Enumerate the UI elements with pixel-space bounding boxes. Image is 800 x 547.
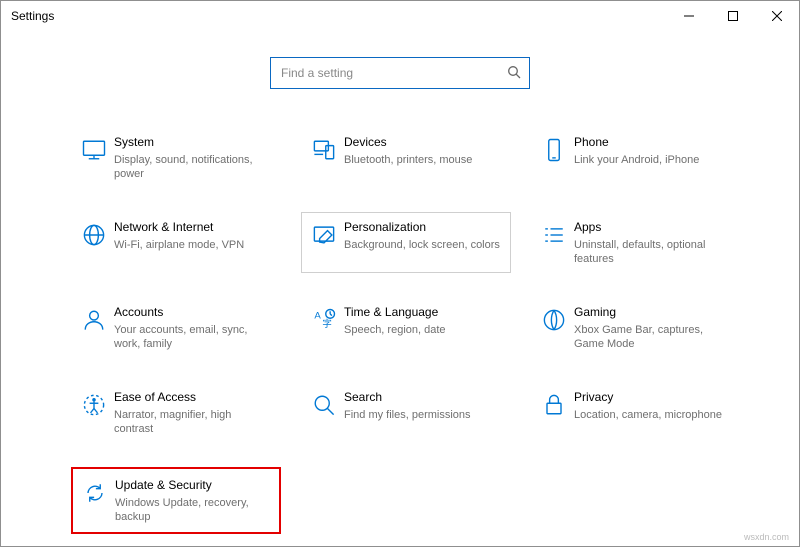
titlebar: Settings (1, 1, 799, 31)
personalization-icon (304, 219, 344, 266)
tile-title: Time & Language (344, 304, 502, 321)
privacy-icon (534, 389, 574, 436)
tile-devices[interactable]: Devices Bluetooth, printers, mouse (301, 127, 511, 188)
tile-desc: Uninstall, defaults, optional features (574, 238, 732, 266)
tile-accounts[interactable]: Accounts Your accounts, email, sync, wor… (71, 297, 281, 358)
tile-title: Phone (574, 134, 732, 151)
tile-title: Ease of Access (114, 389, 272, 406)
tile-network[interactable]: Network & Internet Wi-Fi, airplane mode,… (71, 212, 281, 273)
apps-icon (534, 219, 574, 266)
tile-title: Network & Internet (114, 219, 272, 236)
search-tile-icon (304, 389, 344, 436)
tile-desc: Location, camera, microphone (574, 408, 732, 422)
tile-ease-of-access[interactable]: Ease of Access Narrator, magnifier, high… (71, 382, 281, 443)
content-area: System Display, sound, notifications, po… (1, 31, 799, 546)
settings-window: Settings (0, 0, 800, 547)
tile-title: Apps (574, 219, 732, 236)
close-button[interactable] (755, 1, 799, 31)
gaming-icon (534, 304, 574, 351)
tile-title: Personalization (344, 219, 502, 236)
tile-phone[interactable]: Phone Link your Android, iPhone (531, 127, 741, 188)
window-title: Settings (11, 9, 54, 23)
tile-title: Search (344, 389, 502, 406)
search-wrap (1, 57, 799, 89)
tile-title: Privacy (574, 389, 732, 406)
time-language-icon: A字 (304, 304, 344, 351)
tile-privacy[interactable]: Privacy Location, camera, microphone (531, 382, 741, 443)
phone-icon (534, 134, 574, 181)
tile-gaming[interactable]: Gaming Xbox Game Bar, captures, Game Mod… (531, 297, 741, 358)
svg-text:A: A (314, 310, 321, 321)
tile-desc: Bluetooth, printers, mouse (344, 153, 502, 167)
network-icon (74, 219, 114, 266)
ease-of-access-icon (74, 389, 114, 436)
tile-desc: Xbox Game Bar, captures, Game Mode (574, 323, 732, 351)
search-input[interactable] (279, 65, 507, 81)
tile-desc: Find my files, permissions (344, 408, 502, 422)
accounts-icon (74, 304, 114, 351)
tiles-grid: System Display, sound, notifications, po… (71, 127, 739, 534)
system-icon (74, 134, 114, 181)
tile-desc: Your accounts, email, sync, work, family (114, 323, 272, 351)
tile-time-language[interactable]: A字 Time & Language Speech, region, date (301, 297, 511, 358)
tile-update-security[interactable]: Update & Security Windows Update, recove… (71, 467, 281, 534)
maximize-button[interactable] (711, 1, 755, 31)
tile-title: Accounts (114, 304, 272, 321)
watermark: wsxdn.com (744, 532, 789, 542)
tile-system[interactable]: System Display, sound, notifications, po… (71, 127, 281, 188)
tile-desc: Link your Android, iPhone (574, 153, 732, 167)
tile-apps[interactable]: Apps Uninstall, defaults, optional featu… (531, 212, 741, 273)
search-icon (507, 65, 521, 82)
search-box[interactable] (270, 57, 530, 89)
tile-personalization[interactable]: Personalization Background, lock screen,… (301, 212, 511, 273)
tile-desc: Display, sound, notifications, power (114, 153, 272, 181)
update-security-icon (75, 477, 115, 524)
tile-search[interactable]: Search Find my files, permissions (301, 382, 511, 443)
tile-title: Devices (344, 134, 502, 151)
tile-desc: Narrator, magnifier, high contrast (114, 408, 272, 436)
tile-title: Update & Security (115, 477, 273, 494)
tile-title: Gaming (574, 304, 732, 321)
devices-icon (304, 134, 344, 181)
tile-desc: Speech, region, date (344, 323, 502, 337)
tile-desc: Background, lock screen, colors (344, 238, 502, 252)
tile-desc: Windows Update, recovery, backup (115, 496, 273, 524)
tile-title: System (114, 134, 272, 151)
tile-desc: Wi-Fi, airplane mode, VPN (114, 238, 272, 252)
minimize-button[interactable] (667, 1, 711, 31)
svg-text:字: 字 (322, 318, 332, 330)
